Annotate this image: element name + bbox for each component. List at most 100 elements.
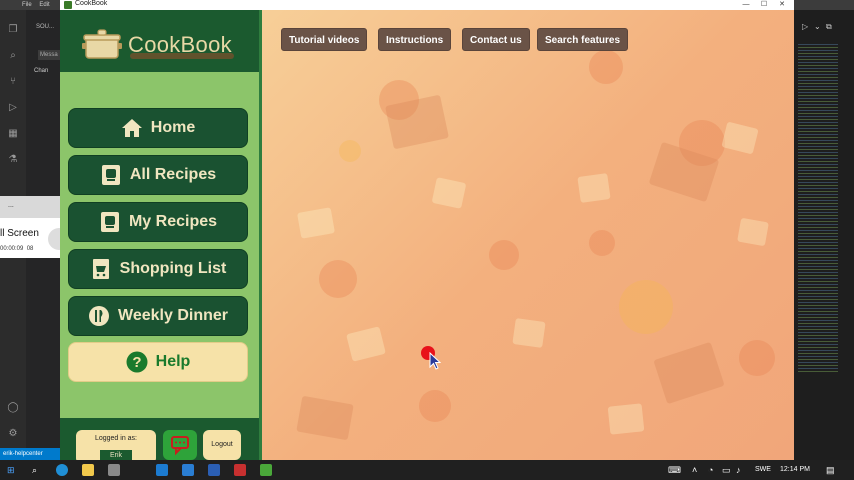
recorder-taskbar-icon[interactable] [234, 464, 246, 476]
split-editor-icon[interactable]: ⧉ [826, 22, 832, 32]
explorer-icon[interactable]: ❐ [7, 24, 19, 36]
decor-lemon [619, 280, 673, 334]
decor-tomato [419, 390, 451, 422]
app-titlebar: CookBook — ☐ ✕ [60, 0, 794, 10]
cookbook-window: CookBook — ☐ ✕ CookBook Home All Recipes… [60, 0, 794, 460]
windows-taskbar: ⊞ ⌕ ⌨ ˄ ◔ ▭ ♪ SWE 12:14 PM ▤ [0, 460, 854, 480]
recorder-widget: ll Screen 00:00:09 08 [0, 218, 70, 258]
decor-cracker [431, 177, 467, 209]
recorder-mode: ll Screen [0, 228, 39, 239]
nav-all-recipes-button[interactable]: All Recipes [68, 155, 248, 195]
login-label: Logged in as: [94, 435, 138, 442]
maximize-icon[interactable]: ☐ [756, 0, 772, 10]
decor-tomato [319, 260, 357, 298]
taskbar-search-icon[interactable]: ⌕ [32, 460, 37, 480]
extensions-icon[interactable]: ▦ [7, 128, 19, 140]
nav-help-button[interactable]: ? Help [68, 342, 248, 382]
settings-gear-icon[interactable]: ⚙ [7, 428, 19, 440]
tutorial-videos-button[interactable]: Tutorial videos [281, 28, 368, 51]
panel-title: SOU... [36, 24, 55, 30]
account-bar: Logged in as: Erik Logout [60, 418, 259, 460]
decor-tomato [489, 240, 519, 270]
contact-us-button[interactable]: Contact us [462, 28, 530, 51]
decor-cracker [297, 207, 335, 239]
chat-bubble-icon [171, 436, 189, 456]
editor-minimap[interactable] [798, 44, 838, 374]
clock[interactable]: 12:14 PM [780, 460, 810, 480]
menu-edit[interactable]: Edit [39, 2, 49, 8]
decor-cracker [346, 326, 386, 362]
question-icon: ? [126, 351, 148, 373]
nav-help-label: Help [155, 353, 191, 370]
nav-home-button[interactable]: Home [68, 108, 248, 148]
nav-my-recipes-button[interactable]: My Recipes [68, 202, 248, 242]
brand-title: CookBook [128, 32, 232, 57]
login-status: Logged in as: Erik [76, 430, 156, 460]
logout-button[interactable]: Logout [203, 430, 241, 460]
sidebar-divider [259, 10, 262, 460]
decor-cracker [607, 403, 645, 435]
decor-tomato [589, 230, 615, 256]
source-control-icon[interactable]: ⑂ [7, 76, 19, 88]
testing-icon[interactable]: ⚗ [7, 154, 19, 166]
windows-start-icon[interactable]: ⊞ [7, 460, 15, 480]
recorder-time: 00:00:09 08 [0, 246, 34, 252]
instructions-button[interactable]: Instructions [378, 28, 452, 51]
nav-shopping-list-label: Shopping List [119, 260, 227, 277]
vscode-status-bar[interactable]: erik-helpcenter [0, 448, 62, 460]
volume-icon[interactable]: ♪ [736, 460, 741, 480]
decor-board [296, 395, 354, 441]
chevron-up-icon[interactable]: ˄ [692, 460, 697, 480]
mail-icon[interactable] [156, 464, 168, 476]
search-features-button[interactable]: Search features [537, 28, 629, 51]
word-icon[interactable] [208, 464, 220, 476]
keyboard-icon[interactable]: ⌨ [668, 460, 681, 480]
recipe-book-icon [100, 164, 122, 186]
chat-button[interactable] [163, 430, 197, 460]
nav-shopping-list-button[interactable]: Shopping List [68, 249, 248, 289]
home-icon [121, 117, 143, 139]
file-explorer-icon[interactable] [82, 464, 94, 476]
logged-in-username: Erik [100, 450, 132, 460]
main-content: Tutorial videos Instructions Contact us … [259, 10, 794, 460]
decor-board [653, 341, 725, 405]
vscode-menu: File Edit [22, 0, 56, 10]
nav-weekly-dinner-button[interactable]: Weekly Dinner [68, 296, 248, 336]
run-debug-icon[interactable]: ▷ [7, 102, 19, 114]
nav-all-recipes-label: All Recipes [129, 166, 217, 183]
fork-knife-icon [88, 305, 110, 327]
vscode-taskbar-icon[interactable] [182, 464, 194, 476]
nav-weekly-dinner-label: Weekly Dinner [118, 307, 228, 324]
commit-message-input[interactable]: Messa [38, 50, 60, 60]
nav-home-label: Home [150, 119, 196, 136]
decor-cracker [577, 173, 611, 203]
language-indicator[interactable]: SWE [755, 460, 771, 480]
edge-icon[interactable] [56, 464, 68, 476]
mouse-pointer-icon [429, 352, 441, 370]
changes-header[interactable]: Chan [34, 68, 48, 74]
run-icon[interactable]: ▷ [802, 22, 808, 31]
recorder-titlebar: ... [0, 196, 62, 218]
menu-file[interactable]: File [22, 2, 32, 8]
close-icon[interactable]: ✕ [774, 0, 790, 10]
app-window-title: CookBook [75, 0, 108, 7]
cookbook-taskbar-icon[interactable] [260, 464, 272, 476]
search-icon[interactable]: ⌕ [7, 50, 19, 62]
battery-icon[interactable]: ▭ [722, 460, 731, 480]
network-icon[interactable]: ◔ [708, 460, 713, 480]
account-icon[interactable]: ◯ [7, 402, 19, 414]
screen: File Edit ❐ ⌕ ⑂ ▷ ▦ ⚗ ◯ ⚙ SOU... Messa C… [0, 0, 854, 480]
cooking-pot-icon [82, 29, 122, 59]
decor-cracker [721, 121, 759, 155]
sidebar-header: CookBook [60, 10, 259, 72]
app-icon[interactable] [108, 464, 120, 476]
shopping-list-icon [90, 258, 112, 280]
sidebar: CookBook Home All Recipes My Recipes Sho… [60, 10, 259, 460]
svg-text:?: ? [132, 354, 141, 371]
minimize-icon[interactable]: — [738, 0, 754, 10]
notification-icon[interactable]: ▤ [826, 460, 835, 480]
recorder-title: ... [8, 202, 14, 209]
chevron-down-icon[interactable]: ⌄ [814, 22, 821, 31]
decor-tomato [739, 340, 775, 376]
recipe-book-icon [99, 211, 121, 233]
